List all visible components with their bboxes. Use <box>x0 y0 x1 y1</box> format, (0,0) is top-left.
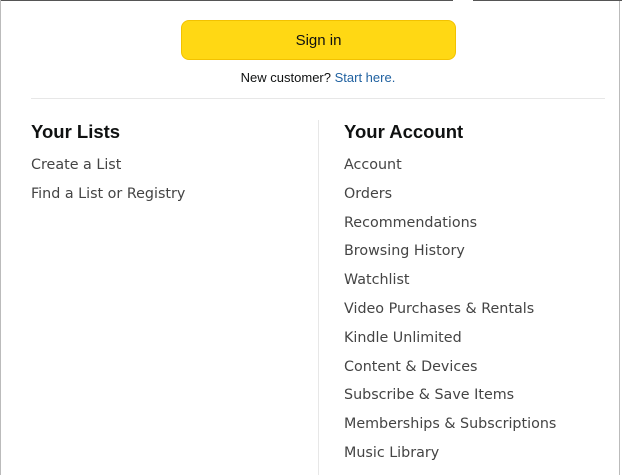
memberships-subscriptions-link[interactable]: Memberships & Subscriptions <box>344 416 556 432</box>
your-lists-column: Your Lists Create a List Find a List or … <box>31 118 185 209</box>
horizontal-divider <box>31 98 605 99</box>
list-item: Video Purchases & Rentals <box>344 295 556 324</box>
list-item: Create a List <box>31 151 185 180</box>
list-item: Browsing History <box>344 237 556 266</box>
list-item: Music Library <box>344 439 556 468</box>
subscribe-save-items-link[interactable]: Subscribe & Save Items <box>344 387 514 403</box>
kindle-unlimited-link[interactable]: Kindle Unlimited <box>344 330 462 346</box>
find-list-registry-link[interactable]: Find a List or Registry <box>31 186 185 202</box>
start-here-link[interactable]: Start here. <box>335 70 396 85</box>
watchlist-link[interactable]: Watchlist <box>344 272 410 288</box>
browsing-history-link[interactable]: Browsing History <box>344 243 465 259</box>
account-lists-flyout: Sign in New customer? Start here. Your L… <box>0 0 622 475</box>
orders-link[interactable]: Orders <box>344 186 392 202</box>
your-account-heading: Your Account <box>344 121 464 142</box>
list-item: Recommendations <box>344 209 556 238</box>
list-item: Subscribe & Save Items <box>344 381 556 410</box>
account-link[interactable]: Account <box>344 157 402 173</box>
sign-in-button[interactable]: Sign in <box>181 20 456 60</box>
flyout-caret-notch <box>453 0 473 1</box>
content-devices-link[interactable]: Content & Devices <box>344 359 477 375</box>
music-library-link[interactable]: Music Library <box>344 445 439 461</box>
your-lists-heading: Your Lists <box>31 121 121 142</box>
your-account-links: Account Orders Recommendations Browsing … <box>344 151 556 468</box>
your-lists-links: Create a List Find a List or Registry <box>31 151 185 209</box>
column-divider <box>318 120 319 475</box>
list-item: Watchlist <box>344 266 556 295</box>
flyout-top-border-right <box>473 0 622 1</box>
list-item: Find a List or Registry <box>31 180 185 209</box>
flyout-top-border <box>1 0 453 1</box>
new-customer-text: New customer? <box>240 70 331 85</box>
list-item: Orders <box>344 180 556 209</box>
recommendations-link[interactable]: Recommendations <box>344 215 477 231</box>
list-item: Account <box>344 151 556 180</box>
your-account-column: Your Account Account Orders Recommendati… <box>344 118 556 468</box>
list-item: Kindle Unlimited <box>344 324 556 353</box>
new-customer-prompt: New customer? Start here. <box>1 70 622 85</box>
list-item: Content & Devices <box>344 353 556 382</box>
video-purchases-rentals-link[interactable]: Video Purchases & Rentals <box>344 301 534 317</box>
list-item: Memberships & Subscriptions <box>344 410 556 439</box>
create-list-link[interactable]: Create a List <box>31 157 121 173</box>
